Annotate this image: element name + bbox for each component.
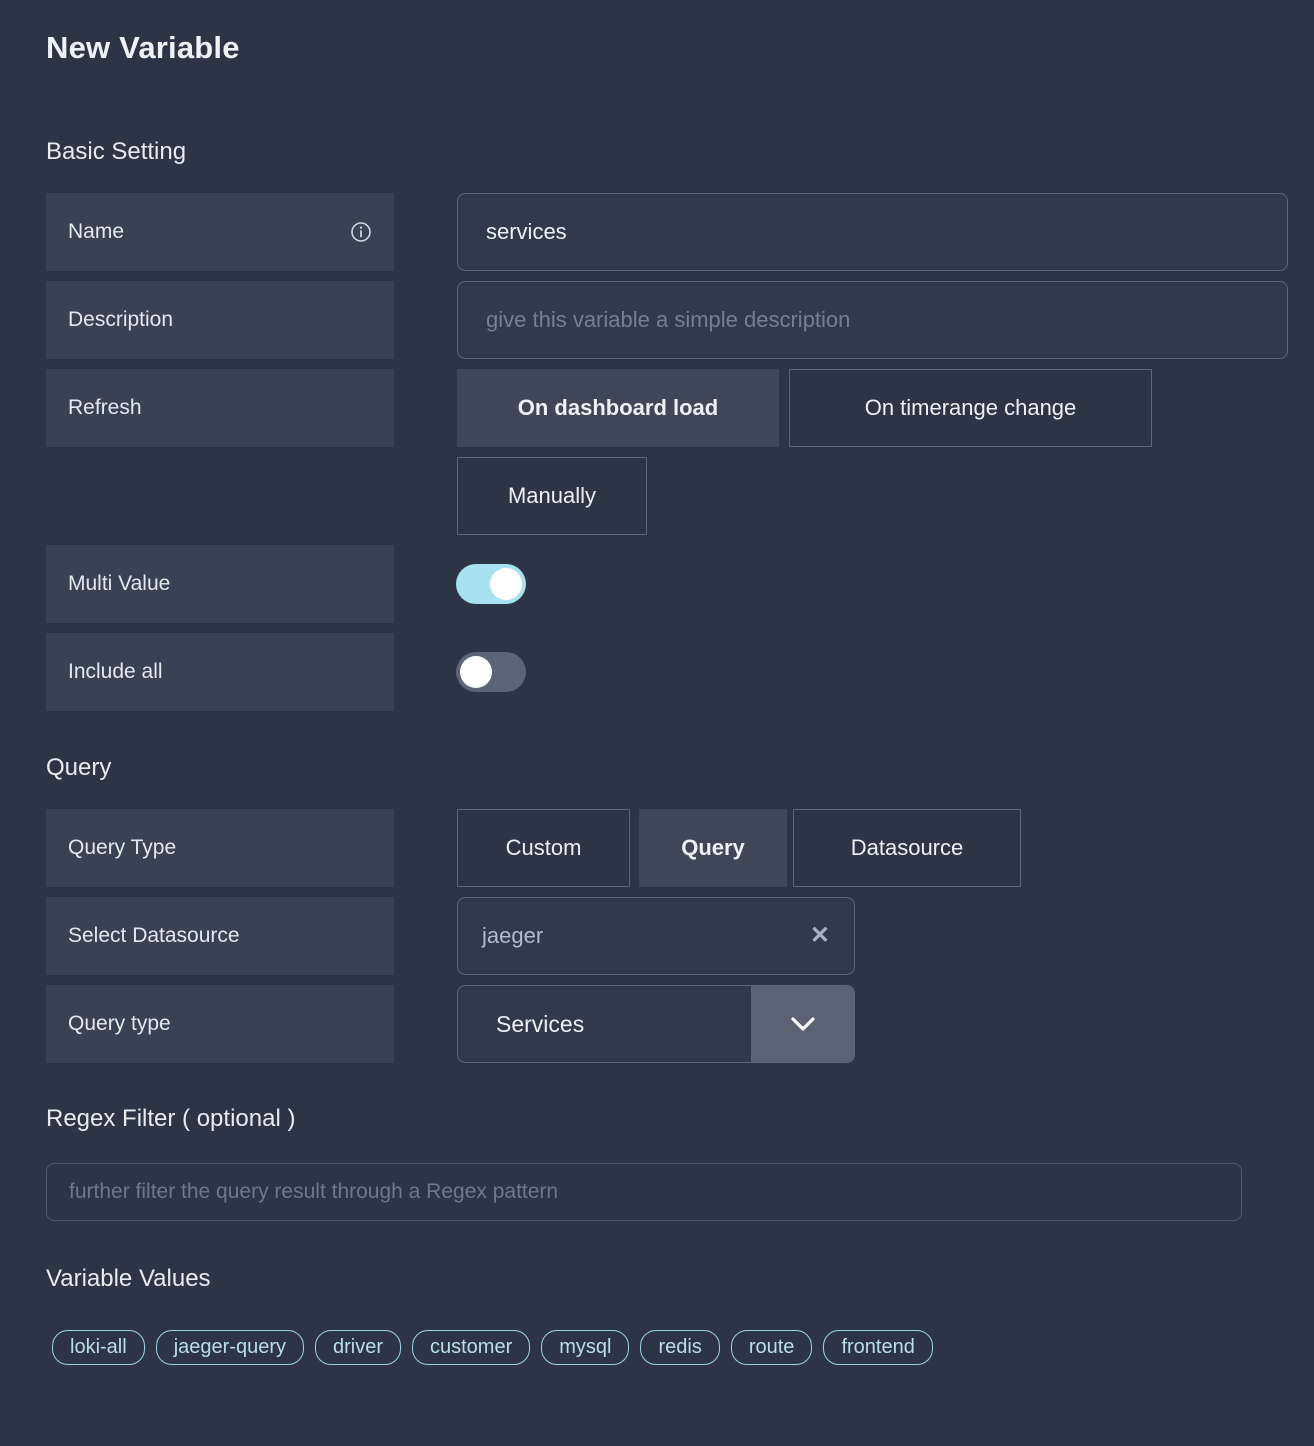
description-label: Description bbox=[46, 281, 394, 359]
name-input-value: services bbox=[486, 219, 567, 244]
refresh-option-manually[interactable]: Manually bbox=[457, 457, 647, 535]
section-title-regex-filter: Regex Filter ( optional ) bbox=[46, 1105, 296, 1132]
refresh-option-on-timerange-change[interactable]: On timerange change bbox=[789, 369, 1152, 447]
query-type-label: Query Type bbox=[46, 809, 394, 887]
refresh-label: Refresh bbox=[46, 369, 394, 447]
query-type-option-custom[interactable]: Custom bbox=[457, 809, 630, 887]
name-input[interactable]: services bbox=[457, 193, 1288, 271]
section-title-variable-values: Variable Values bbox=[46, 1265, 211, 1292]
section-title-query: Query bbox=[46, 754, 112, 781]
regex-filter-placeholder: further filter the query result through … bbox=[69, 1180, 559, 1203]
info-icon[interactable] bbox=[350, 221, 372, 243]
new-variable-page: New Variable Basic Setting Name services… bbox=[0, 0, 1314, 1446]
include-all-toggle-knob bbox=[460, 656, 492, 688]
multi-value-label-text: Multi Value bbox=[68, 572, 171, 595]
select-datasource-label: Select Datasource bbox=[46, 897, 394, 975]
multi-value-toggle-knob bbox=[490, 568, 522, 600]
query-type-option-datasource[interactable]: Datasource bbox=[793, 809, 1021, 887]
select-datasource-input[interactable]: jaeger ✕ bbox=[457, 897, 855, 975]
variable-value-chip[interactable]: frontend bbox=[823, 1330, 933, 1365]
description-input-placeholder: give this variable a simple description bbox=[486, 307, 851, 332]
include-all-label: Include all bbox=[46, 633, 394, 711]
refresh-label-text: Refresh bbox=[68, 396, 142, 419]
refresh-option-on-dashboard-load[interactable]: On dashboard load bbox=[457, 369, 779, 447]
name-label-text: Name bbox=[68, 220, 125, 243]
multi-value-label: Multi Value bbox=[46, 545, 394, 623]
name-label: Name bbox=[46, 193, 394, 271]
select-datasource-label-text: Select Datasource bbox=[68, 924, 240, 947]
query-type-select-label: Query type bbox=[46, 985, 394, 1063]
variable-value-chip[interactable]: customer bbox=[412, 1330, 531, 1365]
query-type-select-label-text: Query type bbox=[68, 1012, 171, 1035]
variable-value-chip[interactable]: route bbox=[730, 1330, 813, 1365]
include-all-label-text: Include all bbox=[68, 660, 163, 683]
variable-value-chip[interactable]: redis bbox=[640, 1330, 720, 1365]
chevron-down-icon[interactable] bbox=[751, 986, 854, 1062]
variable-value-chip[interactable]: mysql bbox=[541, 1330, 630, 1365]
query-type-select-value: Services bbox=[496, 1010, 585, 1037]
variable-value-chip[interactable]: jaeger-query bbox=[155, 1330, 304, 1365]
select-datasource-value: jaeger bbox=[482, 923, 544, 948]
variable-value-chip[interactable]: loki-all bbox=[52, 1330, 145, 1365]
query-type-option-query[interactable]: Query bbox=[639, 809, 787, 887]
description-label-text: Description bbox=[68, 308, 174, 331]
include-all-toggle[interactable] bbox=[456, 652, 526, 692]
description-input[interactable]: give this variable a simple description bbox=[457, 281, 1288, 359]
close-icon[interactable]: ✕ bbox=[810, 924, 830, 948]
variable-value-chip[interactable]: driver bbox=[314, 1330, 401, 1365]
regex-filter-input[interactable]: further filter the query result through … bbox=[46, 1163, 1242, 1221]
variable-values-chip-list: loki-all jaeger-query driver customer my… bbox=[52, 1330, 933, 1365]
query-type-select-dropdown[interactable]: Services bbox=[457, 985, 855, 1063]
section-title-basic-setting: Basic Setting bbox=[46, 138, 187, 165]
page-title: New Variable bbox=[46, 30, 240, 65]
multi-value-toggle[interactable] bbox=[456, 564, 526, 604]
query-type-label-text: Query Type bbox=[68, 836, 177, 859]
